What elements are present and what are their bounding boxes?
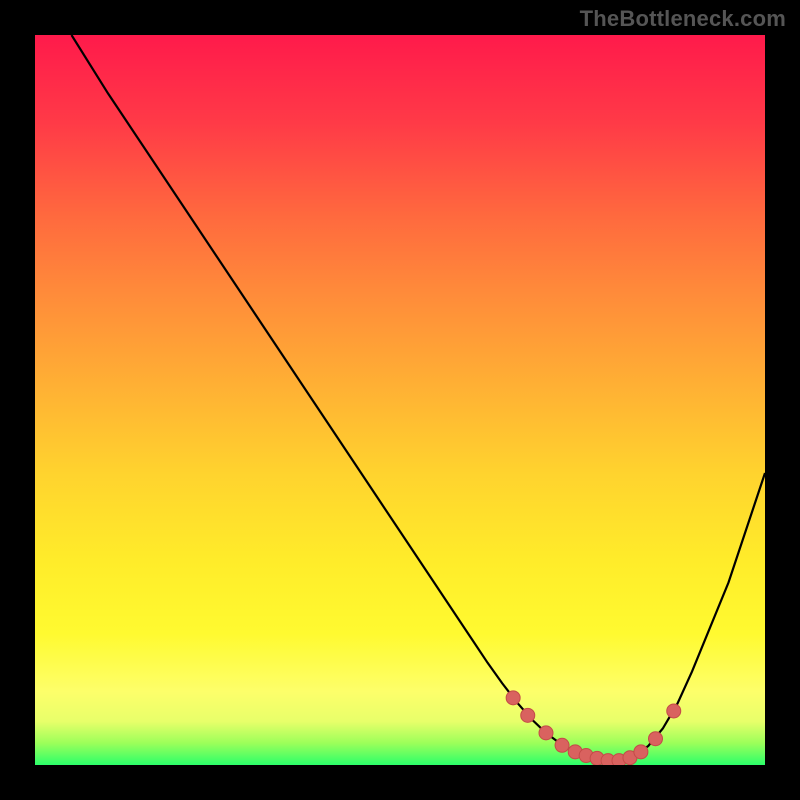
curve-markers: [506, 691, 681, 765]
curve-line: [72, 35, 766, 761]
curve-marker: [539, 726, 553, 740]
curve-marker: [521, 708, 535, 722]
bottleneck-curve: [35, 35, 765, 765]
page-root: TheBottleneck.com: [0, 0, 800, 800]
watermark-text: TheBottleneck.com: [580, 6, 786, 32]
curve-marker: [649, 732, 663, 746]
curve-marker: [506, 691, 520, 705]
curve-marker: [555, 738, 569, 752]
curve-marker: [634, 745, 648, 759]
curve-marker: [667, 704, 681, 718]
chart-plot-area: [35, 35, 765, 765]
